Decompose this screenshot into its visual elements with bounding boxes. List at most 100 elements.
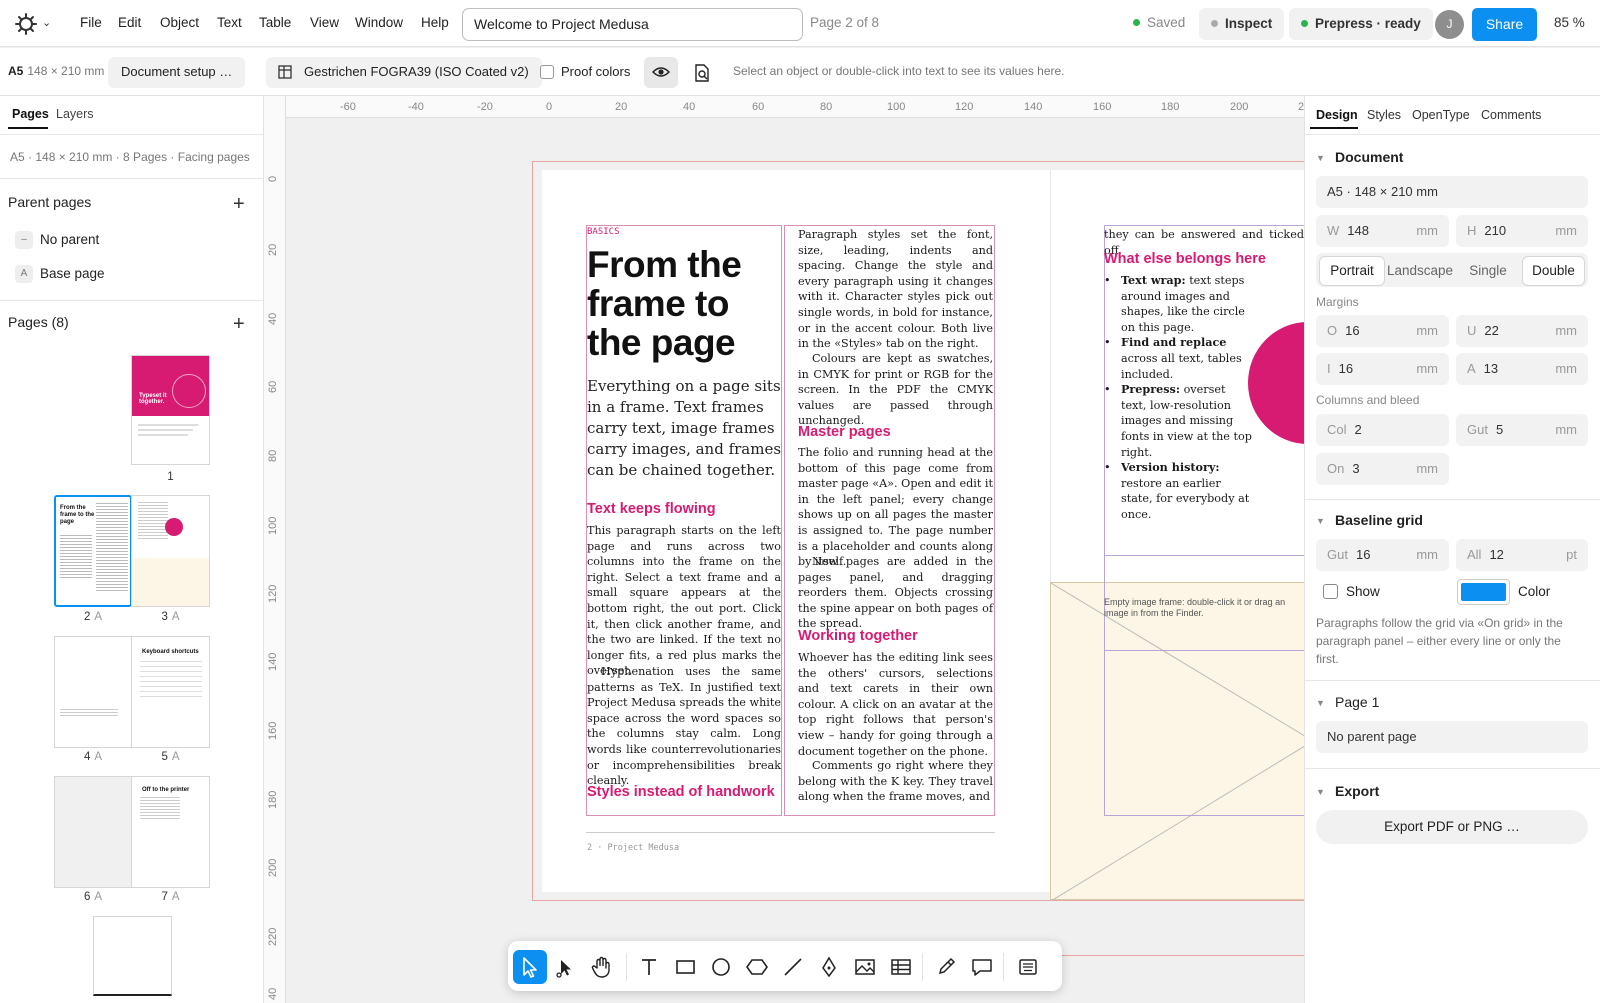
avatar[interactable]: J: [1435, 10, 1464, 39]
body-paragraph: The folio and running head at the bottom…: [798, 446, 993, 569]
margins-label: Margins: [1316, 295, 1359, 309]
image-icon[interactable]: [848, 950, 882, 984]
page-thumbnail-1[interactable]: Typeset it together.: [131, 355, 210, 465]
document-title-input[interactable]: Welcome to Project Medusa: [462, 8, 803, 41]
pen-icon[interactable]: [812, 950, 846, 984]
ruler-tick: 100: [887, 101, 906, 113]
proof-colors-label: Proof colors: [561, 64, 631, 79]
tab-opentype[interactable]: OpenType: [1412, 108, 1470, 122]
portrait-option[interactable]: Portrait: [1319, 256, 1385, 286]
table-icon[interactable]: [884, 950, 918, 984]
ruler-tick: 0: [546, 101, 553, 113]
format-readout: A5 148 × 210 mm: [8, 64, 104, 78]
menu-view[interactable]: View: [310, 15, 339, 30]
height-field[interactable]: H 210 mm: [1456, 215, 1588, 247]
parent-pages-title: Parent pages: [8, 194, 92, 210]
double-option[interactable]: Double: [1522, 256, 1585, 286]
tab-design[interactable]: Design: [1316, 108, 1358, 122]
body-paragraph: New pages are added in the pages panel, …: [798, 555, 993, 631]
baseline-gutter-field[interactable]: Gut 16 mm: [1316, 539, 1449, 571]
section-export[interactable]: Export: [1335, 783, 1379, 799]
bleed-field[interactable]: On 3 mm: [1316, 453, 1449, 485]
export-button[interactable]: Export PDF or PNG …: [1316, 810, 1588, 844]
hand-icon[interactable]: [585, 950, 619, 984]
menu-table[interactable]: Table: [259, 15, 291, 30]
page-thumbnail-6[interactable]: [54, 776, 132, 888]
zoom-level[interactable]: 85 %: [1554, 15, 1585, 30]
margin-bottom-field[interactable]: U 22 mm: [1456, 315, 1588, 347]
tab-layers[interactable]: Layers: [56, 107, 94, 121]
body-paragraph: Whoever has the editing link sees the ot…: [798, 651, 993, 758]
add-parent-page-icon[interactable]: +: [233, 194, 245, 214]
menu-file[interactable]: File: [80, 15, 102, 30]
show-baseline-checkbox[interactable]: [1323, 584, 1338, 599]
add-page-icon[interactable]: +: [233, 314, 245, 334]
ruler-tick: 160: [1093, 101, 1112, 113]
margin-top-field[interactable]: O 16 mm: [1316, 315, 1449, 347]
folio-rule: [586, 832, 995, 833]
menu-text[interactable]: Text: [217, 15, 242, 30]
gutter-field[interactable]: Gut 5 mm: [1456, 414, 1588, 446]
caret-down-icon[interactable]: ▼: [1316, 153, 1325, 163]
polygon-icon[interactable]: [740, 950, 774, 984]
section-document[interactable]: Document: [1335, 149, 1403, 165]
tab-pages[interactable]: Pages: [12, 107, 49, 121]
rectangle-icon[interactable]: [668, 950, 702, 984]
tool-divider: [1003, 953, 1004, 981]
caret-down-icon[interactable]: ▼: [1316, 787, 1325, 797]
parent-badge: –: [15, 231, 33, 249]
medusa-logo-icon[interactable]: [14, 12, 38, 36]
tab-comments[interactable]: Comments: [1481, 108, 1541, 122]
caret-down-icon[interactable]: ▼: [1316, 516, 1325, 526]
baseline-all-field[interactable]: All 12 pt: [1456, 539, 1588, 571]
ruler-tick: 60: [752, 101, 765, 113]
parent-page-select[interactable]: No parent page: [1316, 721, 1588, 753]
headline: From the frame to the page: [587, 244, 742, 363]
prepress-status-button[interactable]: Prepress · ready: [1289, 8, 1433, 40]
menu-help[interactable]: Help: [421, 15, 449, 30]
baseline-color-swatch[interactable]: [1457, 579, 1510, 605]
landscape-option[interactable]: Landscape: [1387, 256, 1453, 286]
margin-inside-field[interactable]: I 16 mm: [1316, 353, 1449, 385]
line-icon[interactable]: [776, 950, 810, 984]
page-thumbnail-5[interactable]: Keyboard shortcuts: [131, 636, 210, 748]
page-thumbnail-2[interactable]: From the frame to the page: [54, 495, 132, 607]
text-tool-icon[interactable]: [632, 950, 666, 984]
chevron-down-icon[interactable]: ⌄: [42, 16, 51, 29]
color-profile-button[interactable]: Gestrichen FOGRA39 (ISO Coated v2): [266, 57, 542, 88]
caret-down-icon[interactable]: ▼: [1316, 698, 1325, 708]
body-paragraph: Hyphenation uses the same patterns as Te…: [587, 665, 781, 788]
keyboard-icon[interactable]: [1011, 950, 1045, 984]
comment-icon[interactable]: [965, 950, 999, 984]
menu-object[interactable]: Object: [160, 15, 199, 30]
eyedropper-icon[interactable]: [929, 950, 963, 984]
document-setup-button[interactable]: Document setup …: [108, 57, 246, 88]
document-search-icon[interactable]: [694, 64, 710, 82]
thumb-title: Keyboard shortcuts: [142, 649, 199, 655]
page-thumbnail-8[interactable]: [93, 916, 172, 996]
single-option[interactable]: Single: [1456, 256, 1520, 286]
select-tool[interactable]: [513, 950, 547, 984]
menu-window[interactable]: Window: [355, 15, 403, 30]
parent-item-no-parent[interactable]: No parent: [40, 232, 99, 247]
share-button[interactable]: Share: [1472, 8, 1537, 41]
format-select[interactable]: A5 · 148 × 210 mm: [1316, 176, 1588, 208]
page-thumbnail-4[interactable]: [54, 636, 132, 748]
page-thumbnail-7[interactable]: Off to the printer: [131, 776, 210, 888]
proof-colors-checkbox[interactable]: [540, 65, 554, 79]
preview-toggle-button[interactable]: [644, 57, 678, 88]
menu-edit[interactable]: Edit: [118, 15, 141, 30]
width-field[interactable]: W 148 mm: [1316, 215, 1449, 247]
section-page-1[interactable]: Page 1: [1335, 694, 1379, 710]
tab-styles[interactable]: Styles: [1367, 108, 1401, 122]
folio: 2 · Project Medusa: [587, 843, 680, 853]
inspect-button[interactable]: Inspect: [1199, 8, 1285, 40]
columns-field[interactable]: Col 2: [1316, 414, 1449, 446]
direct-select-icon[interactable]: [549, 950, 583, 984]
page-thumbnail-3[interactable]: [131, 495, 210, 607]
parent-item-base-page[interactable]: Base page: [40, 266, 105, 281]
section-baseline-grid[interactable]: Baseline grid: [1335, 512, 1423, 528]
thumb-text-line: [138, 424, 198, 426]
ellipse-icon[interactable]: [704, 950, 738, 984]
margin-outside-field[interactable]: A 13 mm: [1456, 353, 1588, 385]
